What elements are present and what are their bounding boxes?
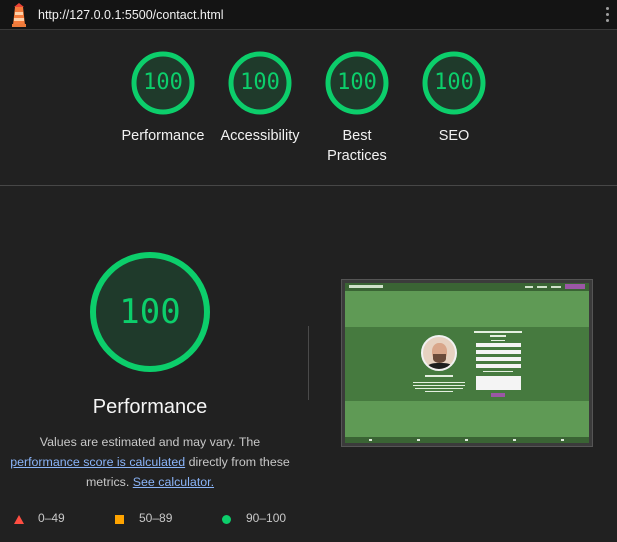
screenshot-nav	[345, 283, 589, 291]
section-divider	[0, 185, 617, 186]
circle-icon	[222, 515, 231, 524]
see-calculator-link[interactable]: See calculator.	[133, 475, 214, 489]
report-topbar: http://127.0.0.1:5500/contact.html	[0, 0, 617, 30]
legend-pass: 90–100	[222, 511, 286, 525]
performance-title: Performance	[92, 396, 208, 418]
triangle-icon	[14, 515, 24, 524]
legend-range: 50–89	[139, 511, 173, 525]
legend-range: 90–100	[246, 511, 287, 525]
gauge-label-best-practices: Best Practices	[302, 126, 412, 166]
gauge-label-line: Performance	[121, 128, 205, 144]
legend-range: 0–49	[38, 511, 65, 525]
legend-average: 50–89	[115, 511, 172, 525]
square-icon	[115, 515, 124, 524]
gauge-seo[interactable]: 100	[421, 50, 487, 116]
performance-description: Values are estimated and may vary. The p…	[5, 432, 295, 492]
kebab-menu-icon[interactable]	[604, 7, 610, 23]
gauge-score: 100	[434, 70, 474, 95]
gauge-label-line: Best	[342, 128, 372, 144]
gauge-label-line: SEO	[438, 128, 470, 144]
page-url: http://127.0.0.1:5500/contact.html	[38, 8, 224, 22]
gauge-accessibility[interactable]: 100	[227, 50, 293, 116]
gauge-score: 100	[240, 70, 280, 95]
performance-main-score: 100	[119, 292, 181, 332]
gauge-label-accessibility: Accessibility	[205, 126, 315, 146]
final-screenshot[interactable]	[341, 279, 593, 447]
description-text: Values are estimated and may vary. The	[39, 435, 261, 449]
gauge-label-seo: SEO	[399, 126, 509, 146]
performance-main-gauge: 100	[88, 250, 212, 374]
gauge-label-line: Practices	[327, 148, 387, 164]
gauge-label-line: Accessibility	[220, 128, 300, 144]
gauge-score: 100	[143, 70, 183, 95]
gauge-score: 100	[337, 70, 377, 95]
lighthouse-icon	[12, 3, 26, 27]
gauge-best-practices[interactable]: 100	[324, 50, 390, 116]
score-calculated-link[interactable]: performance score is calculated	[10, 455, 185, 469]
screenshot-image	[345, 283, 589, 443]
gauge-label-performance: Performance	[108, 126, 218, 146]
profile-photo	[421, 335, 457, 371]
gauge-performance[interactable]: 100	[130, 50, 196, 116]
vertical-divider	[308, 326, 309, 400]
legend-fail: 0–49	[14, 511, 65, 525]
